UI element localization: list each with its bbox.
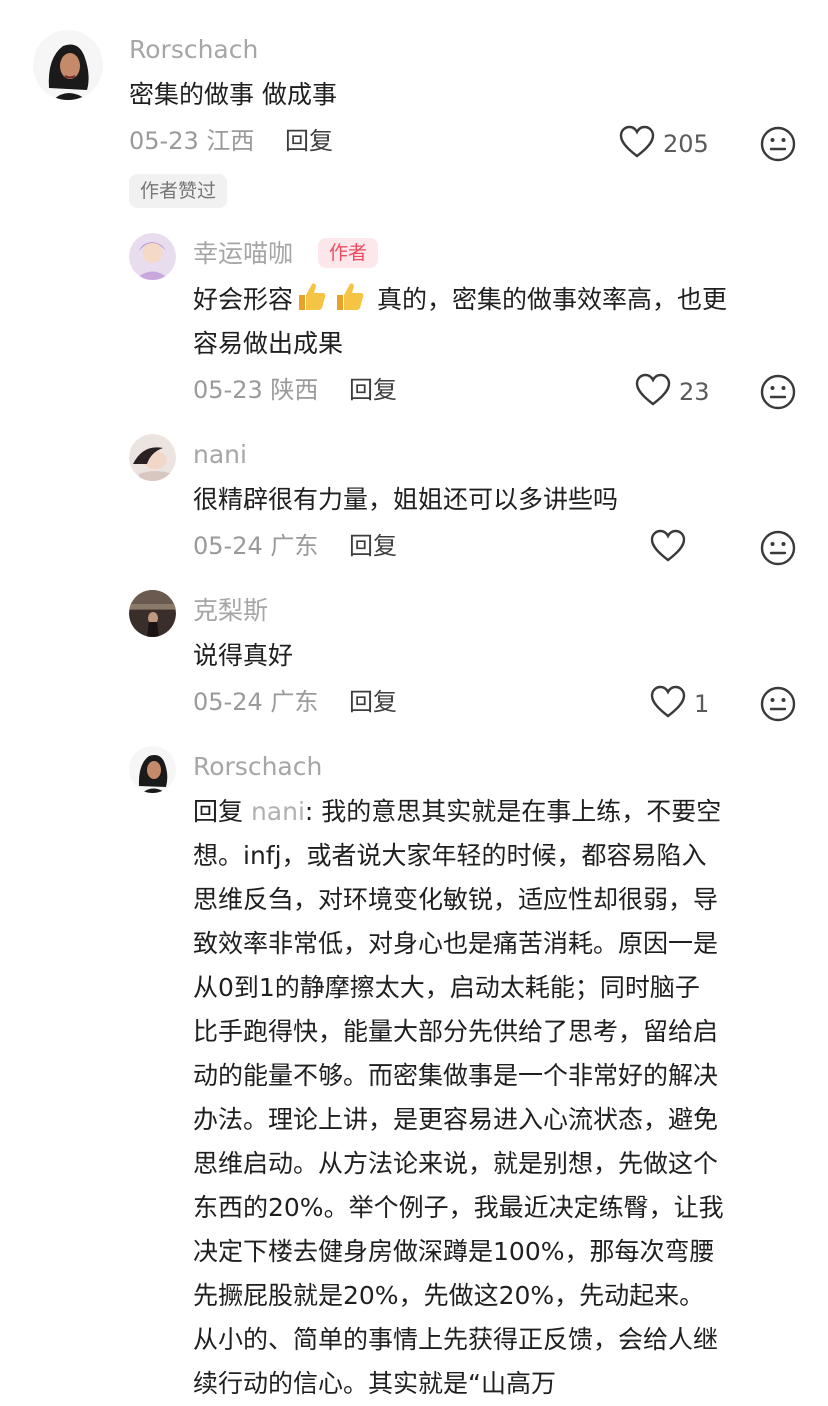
- reply-line: 决定下楼去健身房做深蹲是100%，那每次弯腰: [193, 1237, 715, 1266]
- comment-username[interactable]: Rorschach: [129, 35, 258, 65]
- like-button[interactable]: [650, 528, 686, 568]
- reply-username[interactable]: 幸运喵咖: [193, 239, 293, 269]
- reply-line: 办法。理论上讲，是更容易进入心流状态，避免: [193, 1105, 719, 1134]
- reply-line: 致效率非常低，对身心也是痛苦消耗。原因一是: [193, 929, 719, 958]
- reply-line: 思维反刍，对环境变化敏锐，适应性却很弱，导: [193, 885, 719, 914]
- avatar[interactable]: [129, 590, 176, 637]
- reply-button[interactable]: 回复: [349, 531, 397, 561]
- like-count: 205: [663, 130, 709, 158]
- reply-username[interactable]: Rorschach: [193, 752, 322, 782]
- avatar[interactable]: [33, 30, 103, 100]
- reply-meta: 05-24 广东: [193, 531, 318, 561]
- like-button[interactable]: 23: [635, 372, 710, 412]
- heart-outline-icon: [650, 685, 686, 723]
- reply-location: 广东: [270, 532, 319, 560]
- mention-link[interactable]: nani: [251, 797, 305, 826]
- comment-meta: 05-23 江西: [129, 126, 254, 156]
- reply-date: 05-23: [193, 376, 263, 404]
- reply-line: 从0到1的静摩擦太大，启动太耗能；同时脑子: [193, 973, 700, 1002]
- reply-date: 05-24: [193, 532, 263, 560]
- reply-text: 好会形容 真的，密集的做事效率高，也更: [193, 278, 727, 322]
- reply-button[interactable]: 回复: [349, 375, 397, 405]
- neutral-face-icon[interactable]: [760, 530, 796, 566]
- reply-location: 广东: [270, 688, 319, 716]
- reply-text-part: 真的，密集的做事效率高，也更: [376, 285, 727, 314]
- avatar[interactable]: [129, 233, 176, 280]
- author-liked-badge: 作者赞过: [129, 174, 228, 208]
- reply-line: 动的能量不够。而密集做事是一个非常好的解决: [193, 1061, 719, 1090]
- heart-outline-icon: [619, 125, 655, 163]
- avatar[interactable]: [129, 746, 176, 793]
- reply-line: 从小的、简单的事情上先获得正反馈，会给人继: [193, 1325, 719, 1354]
- comment-location: 江西: [206, 127, 255, 155]
- reply-text-line2: 容易做出成果: [193, 329, 344, 358]
- reply-line: 东西的20%。举个例子，我最近决定练臀，让我: [193, 1193, 724, 1222]
- heart-outline-icon: [635, 373, 671, 411]
- like-count: 23: [679, 378, 710, 406]
- comment-date: 05-23: [129, 127, 199, 155]
- neutral-face-icon[interactable]: [760, 374, 796, 410]
- reply-text-part: 好会形容: [193, 285, 294, 314]
- reply-line: 续行动的信心。其实就是“山高万: [193, 1369, 556, 1398]
- reply-prefix: 回复: [193, 797, 251, 826]
- reply-line: 比手跑得快，能量大部分先供给了思考，留给启: [193, 1017, 719, 1046]
- like-button[interactable]: 1: [650, 684, 709, 724]
- reply-meta: 05-24 广东: [193, 687, 318, 717]
- heart-outline-icon: [650, 529, 686, 567]
- neutral-face-icon[interactable]: [760, 126, 796, 162]
- reply-button[interactable]: 回复: [285, 126, 333, 156]
- like-count: 1: [694, 690, 710, 718]
- reply-text: 回复 nani: 我的意思其实就是在事上练，不要空: [193, 790, 721, 834]
- reply-text: 很精辟很有力量，姐姐还可以多讲些吗: [193, 485, 619, 514]
- reply-username[interactable]: nani: [193, 440, 247, 470]
- reply-line: : 我的意思其实就是在事上练，不要空: [304, 797, 722, 826]
- reply-text: 说得真好: [193, 641, 294, 670]
- author-tag: 作者: [318, 238, 379, 268]
- reply-line: 先撅屁股就是20%，先做这20%，先动起来。: [193, 1281, 705, 1310]
- reply-location: 陕西: [270, 376, 319, 404]
- reply-button[interactable]: 回复: [349, 687, 397, 717]
- reply-username[interactable]: 克梨斯: [193, 596, 268, 626]
- thumbs-up-icon: [295, 280, 329, 314]
- reply-line: 思维启动。从方法论来说，就是别想，先做这个: [193, 1149, 719, 1178]
- neutral-face-icon[interactable]: [760, 686, 796, 722]
- reply-date: 05-24: [193, 688, 263, 716]
- like-button[interactable]: 205: [619, 124, 709, 164]
- avatar[interactable]: [129, 434, 176, 481]
- comment-text: 密集的做事 做成事: [129, 80, 337, 109]
- reply-line: 想。infj，或者说大家年轻的时候，都容易陷入: [193, 841, 707, 870]
- thumbs-up-icon: [333, 280, 367, 314]
- reply-meta: 05-23 陕西: [193, 375, 318, 405]
